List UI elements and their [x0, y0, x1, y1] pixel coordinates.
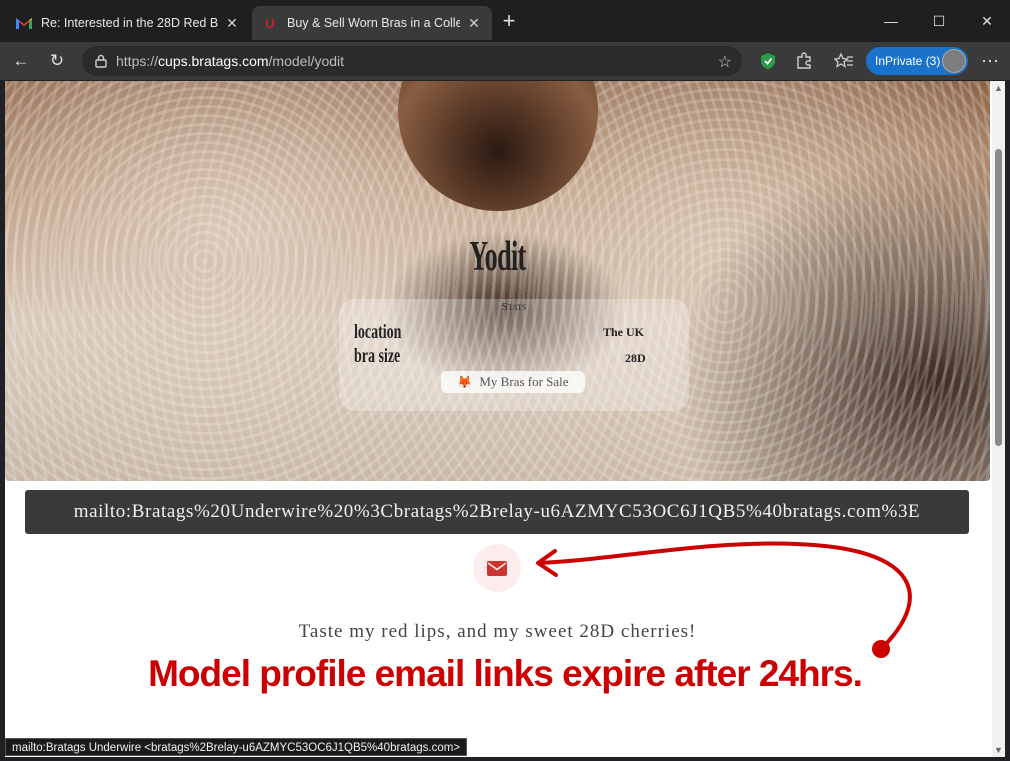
extensions-puzzle-icon[interactable]: [794, 51, 814, 71]
stat-value-bra-size: 28D: [625, 351, 646, 365]
stat-label-bra-size: bra size: [354, 345, 401, 367]
url-text: https://cups.bratags.com/model/yodit: [116, 53, 345, 69]
stat-value-location: The UK: [603, 325, 645, 339]
scrollbar-thumb[interactable]: [995, 149, 1002, 446]
inprivate-label: InPrivate (3): [875, 54, 941, 68]
minimize-icon[interactable]: —: [868, 8, 914, 34]
tab-strip: Re: Interested in the 28D Red Bra ✕ U Bu…: [0, 0, 1010, 42]
address-bar[interactable]: https://cups.bratags.com/model/yodit ☆: [82, 46, 742, 76]
bratags-icon: U: [265, 15, 275, 31]
profile-avatar: [942, 49, 966, 73]
close-icon[interactable]: ✕: [224, 15, 240, 31]
gmail-icon: [16, 15, 32, 31]
scroll-up-icon[interactable]: ▲: [992, 81, 1005, 95]
tab-bratags[interactable]: U Buy & Sell Worn Bras in a Collecto ✕: [252, 6, 492, 40]
maximize-icon[interactable]: ☐: [916, 8, 962, 34]
more-menu-icon[interactable]: ⋯: [978, 49, 1002, 73]
profile-hero-image: Yodit Stats location The UK bra size 28D…: [5, 81, 990, 481]
vertical-scrollbar[interactable]: ▲ ▼: [992, 81, 1005, 757]
favorite-star-icon[interactable]: ☆: [718, 52, 732, 72]
scroll-down-icon[interactable]: ▼: [992, 743, 1005, 757]
inprivate-button[interactable]: InPrivate (3): [866, 47, 968, 75]
close-icon[interactable]: ✕: [466, 15, 482, 31]
page-viewport: Yodit Stats location The UK bra size 28D…: [5, 81, 992, 757]
email-button[interactable]: [473, 544, 521, 592]
model-name: Yodit: [469, 234, 526, 280]
envelope-icon: [487, 560, 507, 576]
profile-tagline: Taste my red lips, and my sweet 28D cher…: [298, 621, 697, 642]
lock-icon: [95, 54, 107, 68]
fox-icon: 🦊: [457, 374, 473, 389]
stats-card: Stats location The UK bra size 28D 🦊 My …: [339, 299, 689, 411]
extension-shield-icon[interactable]: [758, 51, 778, 71]
tab-title: Buy & Sell Worn Bras in a Collecto: [287, 16, 460, 30]
back-icon[interactable]: ←: [8, 49, 34, 73]
close-window-icon[interactable]: ✕: [964, 8, 1010, 34]
stat-label-location: location: [354, 321, 402, 343]
toolbar: ← ↻ https://cups.bratags.com/model/yodit…: [0, 42, 1010, 80]
refresh-icon[interactable]: ↻: [44, 49, 70, 73]
annotation-warning: Model profile email links expire after 2…: [148, 653, 863, 694]
stats-title: Stats: [501, 301, 527, 313]
tab-gmail[interactable]: Re: Interested in the 28D Red Bra ✕: [6, 6, 250, 40]
my-bras-for-sale-button[interactable]: 🦊 My Bras for Sale: [441, 371, 585, 393]
tab-title: Re: Interested in the 28D Red Bra: [41, 16, 218, 30]
link-status-bubble: mailto:Bratags Underwire <bratags%2Brela…: [5, 738, 468, 756]
new-tab-button[interactable]: +: [498, 10, 520, 33]
my-bras-for-sale-label: My Bras for Sale: [479, 374, 569, 389]
favorites-icon[interactable]: [834, 51, 854, 71]
mailto-link-tooltip: mailto:Bratags%20Underwire%20%3Cbratags%…: [25, 490, 969, 534]
